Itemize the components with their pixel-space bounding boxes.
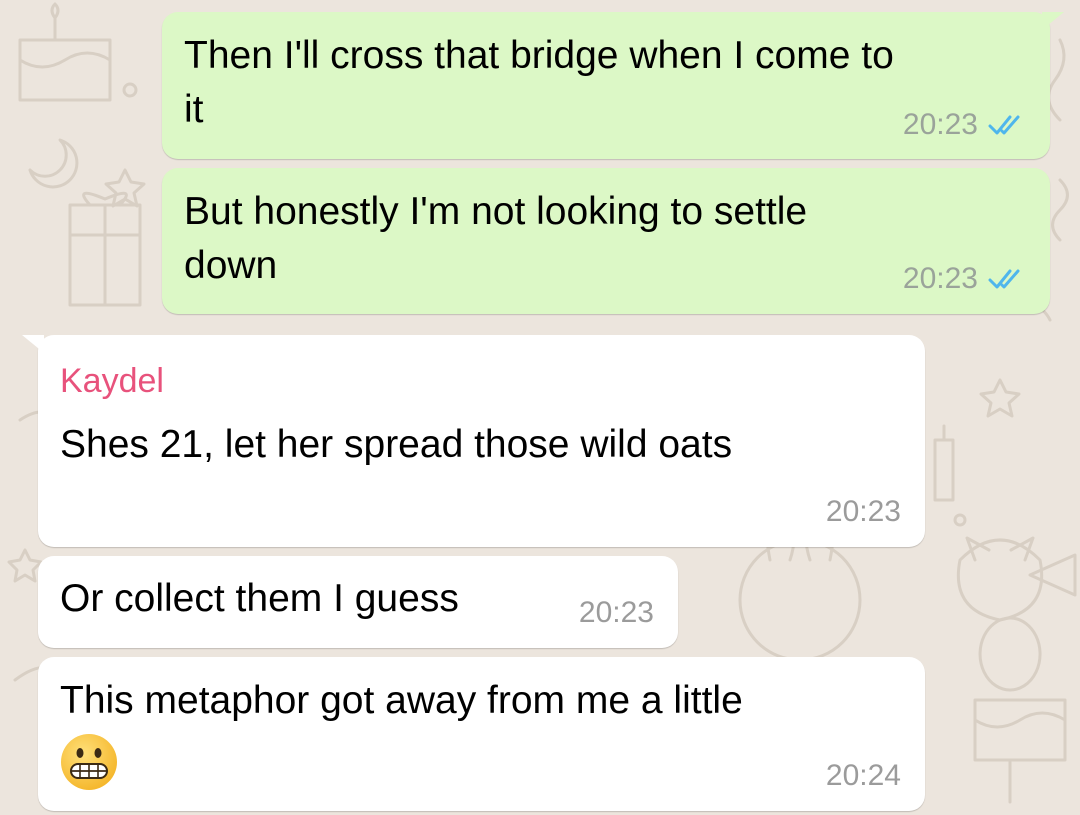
incoming-message-bubble[interactable]: Kaydel Shes 21, let her spread those wil…: [22, 335, 925, 547]
message-meta: 20:23: [579, 596, 654, 630]
outgoing-message-bubble[interactable]: Then I'll cross that bridge when I come …: [162, 12, 1064, 159]
incoming-message-bubble[interactable]: Or collect them I guess 20:23: [38, 556, 678, 648]
double-check-read-icon: [988, 269, 1020, 289]
sender-name[interactable]: Kaydel: [60, 361, 164, 401]
message-text-line: down: [184, 244, 278, 287]
bubble-tail-icon: [1042, 12, 1064, 30]
message-meta: 20:23: [903, 262, 1028, 296]
message-timestamp: 20:23: [825, 495, 901, 528]
message-meta: 20:24: [826, 759, 901, 793]
message-text-line: But honestly I'm not looking to settle: [184, 190, 808, 233]
message-timestamp: 20:23: [578, 596, 654, 629]
message-meta: 20:23: [903, 108, 1028, 142]
message-timestamp: 20:24: [825, 759, 901, 792]
message-meta: 20:23: [826, 495, 901, 529]
message-timestamp: 20:23: [902, 262, 978, 295]
message-text-line: it: [184, 88, 204, 131]
message-timestamp: 20:23: [902, 108, 978, 141]
double-check-read-icon: [988, 115, 1020, 135]
bubble-tail-icon: [22, 335, 44, 353]
outgoing-message-bubble[interactable]: But honestly I'm not looking to settle d…: [162, 168, 1050, 314]
message-text-line: Then I'll cross that bridge when I come …: [184, 34, 894, 77]
message-text-line: This metaphor got away from me a little: [60, 679, 743, 722]
incoming-message-bubble[interactable]: This metaphor got away from me a little …: [38, 657, 925, 811]
grimacing-face-emoji-icon: [61, 734, 117, 790]
message-text-line: Or collect them I guess: [60, 577, 459, 620]
message-text-line: Shes 21, let her spread those wild oats: [60, 423, 733, 466]
